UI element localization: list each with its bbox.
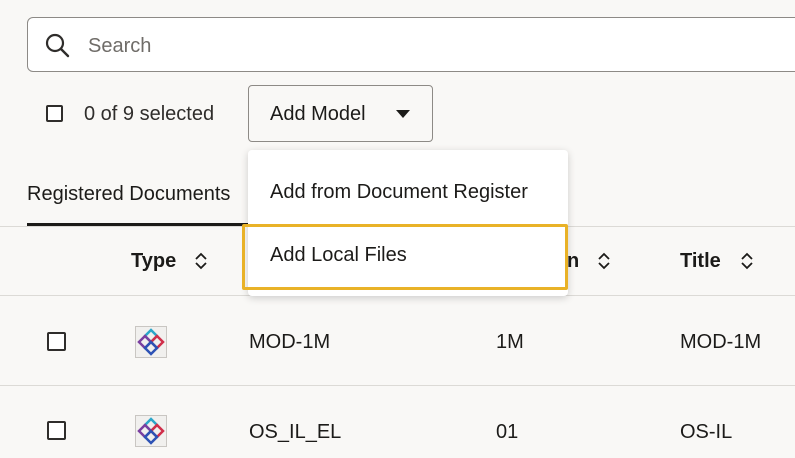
focus-highlight: [242, 224, 568, 290]
tab-registered-documents[interactable]: Registered Documents: [27, 183, 230, 206]
cell-title: MOD-1M: [680, 331, 762, 353]
ifc-model-icon: [135, 415, 167, 447]
selection-count: 0 of 9 selected: [84, 103, 215, 125]
cell-name: MOD-1M: [249, 331, 331, 353]
add-model-label: Add Model: [270, 103, 366, 125]
ifc-model-icon: [135, 326, 167, 358]
sort-icon[interactable]: [597, 251, 611, 271]
column-header-type[interactable]: Type: [131, 250, 176, 273]
column-header-version[interactable]: n: [567, 250, 579, 273]
search-icon: [45, 33, 70, 58]
cell-version: 01: [496, 421, 519, 443]
cell-version: 1M: [496, 331, 524, 353]
sort-icon[interactable]: [740, 251, 754, 271]
sort-icon[interactable]: [194, 251, 208, 271]
select-all-checkbox[interactable]: [46, 105, 63, 122]
row-checkbox[interactable]: [47, 332, 66, 351]
row-checkbox[interactable]: [47, 421, 66, 440]
add-model-button[interactable]: Add Model: [248, 85, 433, 142]
cell-title: OS-IL: [680, 421, 733, 443]
menu-item-add-from-document-register[interactable]: Add from Document Register: [270, 181, 528, 204]
column-header-title[interactable]: Title: [680, 250, 721, 273]
row-divider: [0, 385, 795, 386]
search-bar[interactable]: [27, 17, 795, 72]
caret-down-icon: [396, 110, 410, 118]
search-input[interactable]: [86, 30, 690, 62]
cell-name: OS_IL_EL: [249, 421, 342, 443]
